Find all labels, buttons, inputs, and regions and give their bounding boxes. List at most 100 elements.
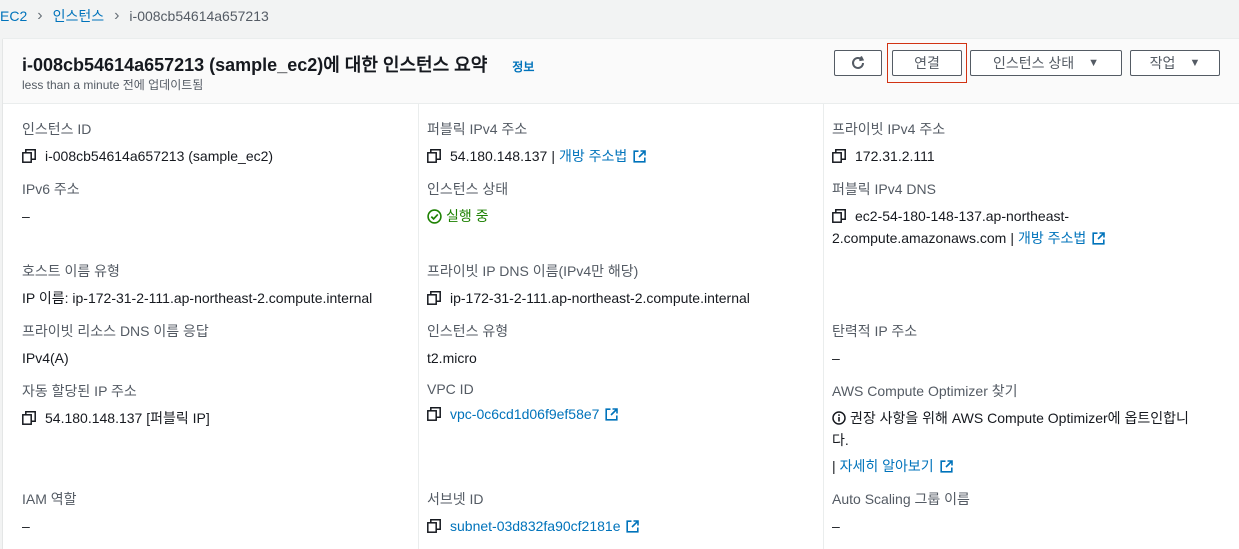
elastic-ip-value: – — [832, 350, 840, 366]
copy-icon[interactable] — [832, 209, 846, 223]
copy-icon[interactable] — [427, 407, 441, 421]
check-circle-icon — [427, 208, 442, 224]
page-title-text: i-008cb54614a657213 (sample_ec2)에 대한 인스턴… — [22, 55, 488, 75]
open-address-link[interactable]: 개방 주소법 — [1018, 227, 1086, 249]
breadcrumb-instances[interactable]: 인스턴스 — [53, 6, 105, 26]
field-asg-name: Auto Scaling 그룹 이름 – — [832, 489, 970, 537]
field-label: Auto Scaling 그룹 이름 — [832, 491, 970, 507]
field-value: 54.180.148.137 [퍼블릭 IP] — [22, 407, 210, 429]
column-divider — [418, 104, 419, 549]
field-label: 인스턴스 유형 — [427, 323, 509, 339]
field-value: 권장 사항을 위해 AWS Compute Optimizer에 옵트인합니 다… — [832, 407, 1227, 477]
field-label: 인스턴스 상태 — [427, 181, 509, 197]
hostname-type-value: IP 이름: ip-172-31-2-111.ap-northeast-2.co… — [22, 290, 373, 306]
auto-ip-value: 54.180.148.137 [퍼블릭 IP] — [45, 410, 210, 426]
field-value: 실행 중 — [427, 205, 508, 227]
field-label: 프라이빗 IPv4 주소 — [832, 121, 946, 137]
iam-role-value: – — [22, 518, 30, 534]
caret-down-icon: ▼ — [1189, 57, 1201, 69]
field-subnet-id: 서브넷 ID subnet-03d832fa90cf2181e — [427, 489, 640, 537]
field-iam-role: IAM 역할 – — [22, 489, 77, 537]
subnet-id-link[interactable]: subnet-03d832fa90cf2181e — [450, 515, 620, 537]
field-instance-id: 인스턴스 ID i-008cb54614a657213 (sample_ec2) — [22, 119, 273, 167]
breadcrumb: EC2 › 인스턴스 › i-008cb54614a657213 — [0, 0, 269, 32]
copy-icon[interactable] — [22, 411, 36, 425]
private-dns-value: ip-172-31-2-111.ap-northeast-2.compute.i… — [450, 290, 750, 306]
field-label: VPC ID — [427, 381, 474, 397]
external-link-icon[interactable] — [626, 519, 640, 533]
instance-state-value: 실행 중 — [446, 208, 489, 224]
public-ipv4-value: 54.180.148.137 — [450, 148, 548, 164]
public-dns-line2: 2.compute.amazonaws.com | 개방 주소법 — [832, 227, 1222, 249]
field-value: vpc-0c6cd1d06f9ef58e7 — [427, 403, 619, 425]
field-hostname-type: 호스트 이름 유형 IP 이름: ip-172-31-2-111.ap-nort… — [22, 261, 372, 309]
field-value: ip-172-31-2-111.ap-northeast-2.compute.i… — [427, 287, 750, 309]
field-value: 54.180.148.137 | 개방 주소법 — [427, 145, 647, 167]
field-label: 퍼블릭 IPv4 주소 — [427, 121, 528, 137]
field-label: 프라이빗 리소스 DNS 이름 응답 — [22, 323, 209, 339]
field-label: 프라이빗 IP DNS 이름(IPv4만 해당) — [427, 263, 639, 279]
copy-icon[interactable] — [427, 519, 441, 533]
chevron-right-icon: › — [37, 7, 43, 24]
field-ipv6: IPv6 주소 – — [22, 179, 80, 227]
asg-name-value: – — [832, 518, 840, 534]
optimizer-message-part1: 권장 사항을 위해 AWS Compute Optimizer에 옵트인합니 — [850, 410, 1189, 426]
external-link-icon[interactable] — [605, 407, 619, 421]
copy-icon[interactable] — [427, 149, 441, 163]
panel-header: i-008cb54614a657213 (sample_ec2)에 대한 인스턴… — [3, 39, 1239, 104]
field-label: 호스트 이름 유형 — [22, 263, 120, 279]
optimizer-message-part2: 다. — [832, 432, 849, 448]
actions-dropdown[interactable]: 작업 ▼ — [1130, 50, 1220, 76]
last-updated-text: less than a minute 전에 업데이트됨 — [22, 78, 204, 92]
field-private-dns: 프라이빗 IP DNS 이름(IPv4만 해당) ip-172-31-2-111… — [427, 261, 750, 309]
refresh-button[interactable] — [834, 50, 882, 76]
field-label: 자동 할당된 IP 주소 — [22, 383, 137, 399]
field-label: 인스턴스 ID — [22, 121, 92, 137]
resource-dns-value: IPv4(A) — [22, 350, 69, 366]
field-private-ipv4: 프라이빗 IPv4 주소 172.31.2.111 — [832, 119, 945, 167]
field-public-ipv4: 퍼블릭 IPv4 주소 54.180.148.137 | 개방 주소법 — [427, 119, 647, 167]
external-link-icon[interactable] — [940, 459, 953, 473]
public-dns-value-part1: ec2-54-180-148-137.ap-northeast- — [855, 208, 1070, 224]
instance-type-value: t2.micro — [427, 350, 477, 366]
external-link-icon[interactable] — [633, 149, 647, 163]
vpc-id-link[interactable]: vpc-0c6cd1d06f9ef58e7 — [450, 403, 599, 425]
separator: | — [1010, 230, 1014, 246]
field-label: 탄력적 IP 주소 — [832, 323, 918, 339]
external-link-icon[interactable] — [1092, 231, 1106, 245]
field-label: IPv6 주소 — [22, 181, 80, 197]
field-label: 퍼블릭 IPv4 DNS — [832, 181, 936, 197]
caret-down-icon: ▼ — [1088, 57, 1100, 69]
field-compute-optimizer: AWS Compute Optimizer 찾기 권장 사항을 위해 AWS C… — [832, 381, 1227, 477]
ipv6-value: – — [22, 208, 30, 224]
field-value: 172.31.2.111 — [832, 145, 945, 167]
copy-icon[interactable] — [427, 291, 441, 305]
optimizer-message: 권장 사항을 위해 AWS Compute Optimizer에 옵트인합니 — [832, 407, 1227, 429]
info-link[interactable]: 정보 — [512, 60, 534, 74]
breadcrumb-current: i-008cb54614a657213 — [129, 8, 269, 24]
public-dns-line1: ec2-54-180-148-137.ap-northeast- — [832, 205, 1222, 227]
copy-icon[interactable] — [832, 149, 846, 163]
field-label: 서브넷 ID — [427, 491, 484, 507]
open-address-link[interactable]: 개방 주소법 — [559, 145, 627, 167]
field-elastic-ip: 탄력적 IP 주소 – — [832, 321, 917, 369]
connect-button[interactable]: 연결 — [892, 50, 962, 76]
field-auto-ip: 자동 할당된 IP 주소 54.180.148.137 [퍼블릭 IP] — [22, 381, 210, 429]
instance-state-dropdown[interactable]: 인스턴스 상태 ▼ — [970, 50, 1122, 76]
instance-state-dropdown-label: 인스턴스 상태 — [992, 55, 1075, 71]
field-resource-dns: 프라이빗 리소스 DNS 이름 응답 IPv4(A) — [22, 321, 209, 369]
details-grid: 인스턴스 ID i-008cb54614a657213 (sample_ec2)… — [3, 104, 1239, 549]
actions-dropdown-label: 작업 — [1149, 55, 1176, 71]
learn-more-link[interactable]: 자세히 알아보기 — [840, 455, 934, 477]
breadcrumb-ec2[interactable]: EC2 — [0, 8, 27, 24]
field-value: i-008cb54614a657213 (sample_ec2) — [22, 145, 273, 167]
refresh-icon — [852, 56, 865, 69]
column-divider — [823, 104, 824, 549]
separator: | — [551, 148, 555, 164]
copy-icon[interactable] — [22, 149, 36, 163]
instance-id-value: i-008cb54614a657213 (sample_ec2) — [45, 148, 274, 164]
field-label: AWS Compute Optimizer 찾기 — [832, 383, 1018, 399]
field-value: ec2-54-180-148-137.ap-northeast- 2.compu… — [832, 205, 1222, 249]
field-vpc-id: VPC ID vpc-0c6cd1d06f9ef58e7 — [427, 381, 619, 425]
page-title: i-008cb54614a657213 (sample_ec2)에 대한 인스턴… — [22, 51, 534, 77]
